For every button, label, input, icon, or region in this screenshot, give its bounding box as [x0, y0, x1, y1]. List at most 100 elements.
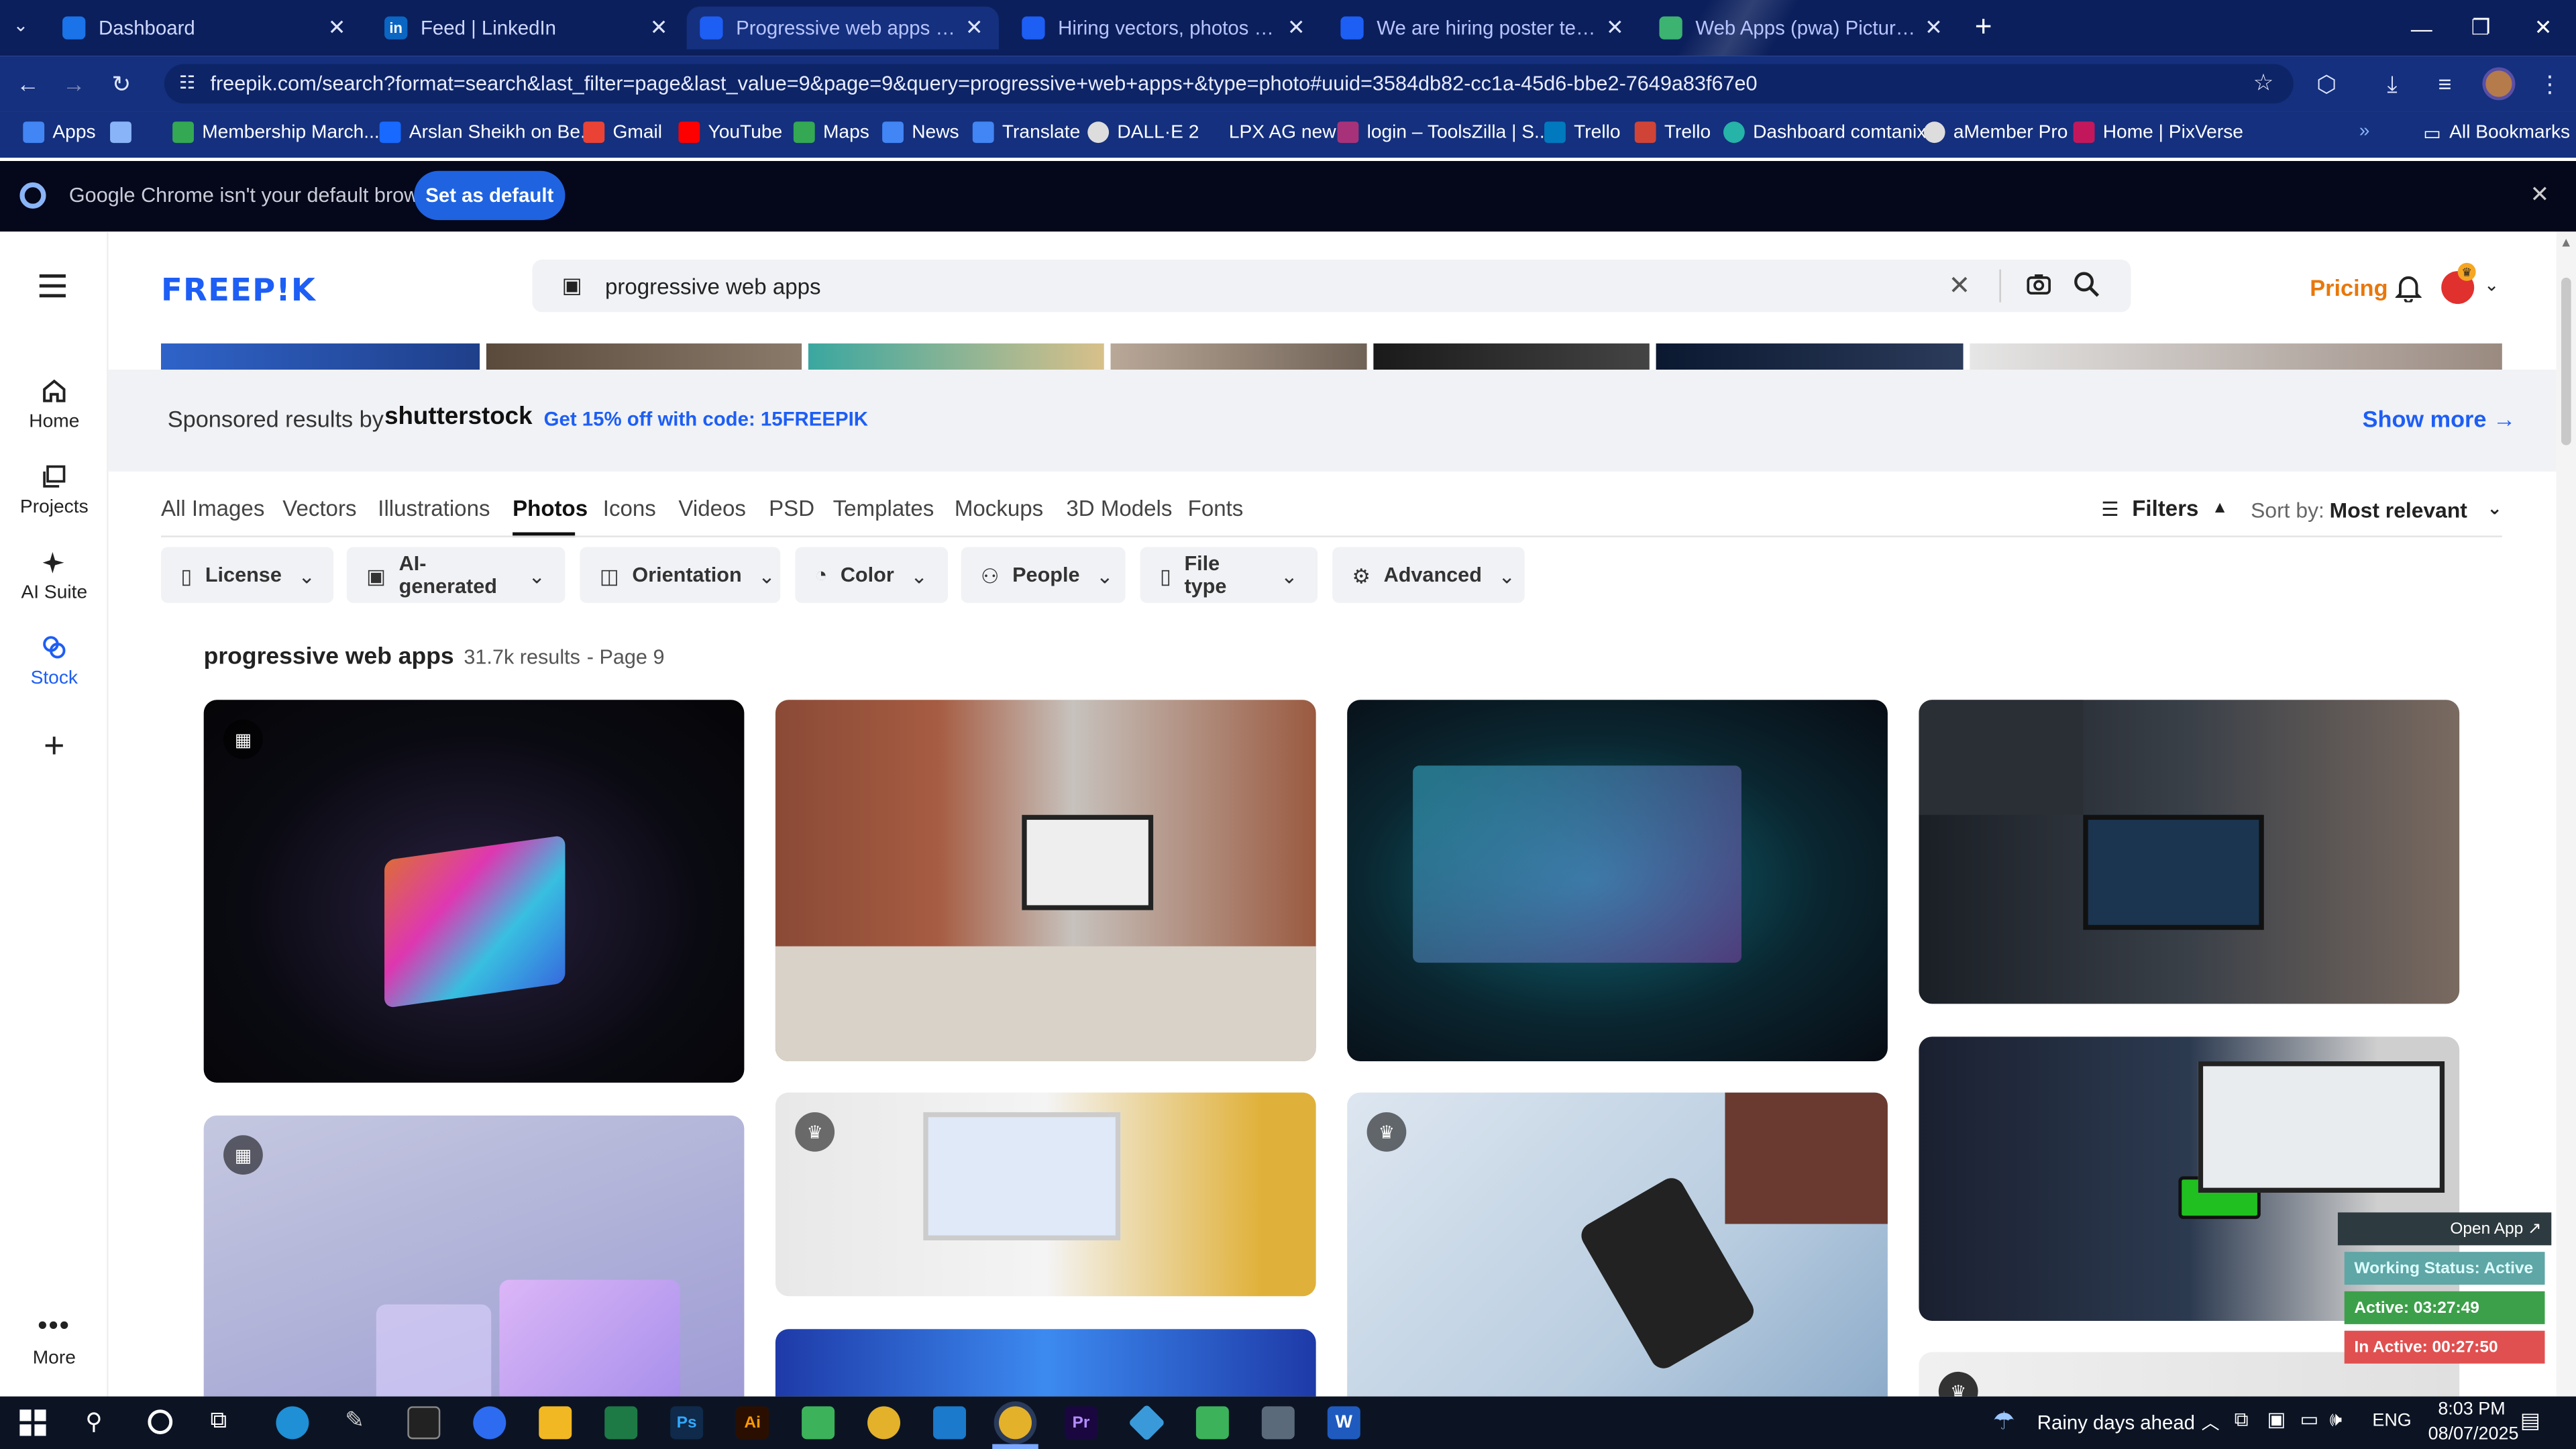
- tab-vectors[interactable]: Vectors: [282, 496, 356, 521]
- weather-text[interactable]: Rainy days ahead: [2037, 1411, 2195, 1434]
- advanced-filter[interactable]: ⚙ Advanced ⌄: [1332, 547, 1525, 603]
- bookmark-gmail[interactable]: Gmail: [583, 121, 662, 144]
- bookmark-toolszilla[interactable]: login – ToolsZilla | S...: [1337, 121, 1550, 144]
- ai-generated-filter[interactable]: ▣ AI-generated ⌄: [346, 547, 566, 603]
- tab-search-icon[interactable]: ⌄: [13, 15, 29, 36]
- terminal-icon[interactable]: [407, 1406, 441, 1440]
- close-icon[interactable]: ✕: [963, 15, 985, 41]
- edge-icon[interactable]: [276, 1406, 309, 1440]
- bookmark-grid[interactable]: [110, 121, 140, 144]
- tab-linkedin[interactable]: in Feed | LinkedIn ✕: [371, 7, 683, 50]
- camera-search-icon[interactable]: [2026, 271, 2052, 297]
- sponsored-thumb[interactable]: [161, 343, 480, 370]
- set-as-default-button[interactable]: Set as default: [414, 170, 566, 221]
- bookmark-pixverse[interactable]: Home | PixVerse: [2073, 121, 2243, 144]
- tab-web-apps[interactable]: Web Apps (pwa) Pictures, Imag ✕: [1646, 7, 1958, 50]
- image-search-type-icon[interactable]: ▣: [562, 273, 582, 299]
- sort-select[interactable]: Most relevant ⌄: [2330, 498, 2502, 523]
- close-icon[interactable]: ✕: [647, 15, 670, 41]
- result-image-laptop-wireframes[interactable]: ♛: [775, 1092, 1316, 1297]
- app-icon[interactable]: [1195, 1406, 1229, 1440]
- chrome-active-icon[interactable]: [998, 1406, 1032, 1440]
- sponsored-thumb[interactable]: [1656, 343, 1964, 370]
- file-explorer-icon[interactable]: [539, 1406, 572, 1440]
- bookmark-trello-2[interactable]: Trello: [1634, 121, 1711, 144]
- forward-icon[interactable]: →: [62, 70, 85, 97]
- notification-bell-icon[interactable]: [2395, 273, 2422, 303]
- bookmark-apps[interactable]: Apps: [23, 121, 96, 144]
- sponsored-thumb[interactable]: [1110, 343, 1367, 370]
- back-icon[interactable]: ←: [16, 70, 39, 97]
- tab-photos[interactable]: Photos: [513, 496, 588, 521]
- orientation-filter[interactable]: ◫ Orientation ⌄: [580, 547, 781, 603]
- tab-fonts[interactable]: Fonts: [1188, 496, 1244, 521]
- address-bar[interactable]: ☷ freepik.com/search?format=search&last_…: [164, 64, 2294, 104]
- tab-dashboard[interactable]: Dashboard ✕: [49, 7, 361, 50]
- close-window-icon[interactable]: ✕: [2514, 0, 2573, 56]
- windows-start-icon[interactable]: [19, 1409, 46, 1436]
- all-bookmarks[interactable]: ▭ All Bookmarks: [2423, 121, 2570, 145]
- bookmark-behance[interactable]: Arslan Sheikh on Be...: [379, 121, 596, 144]
- calculator-icon[interactable]: [1261, 1406, 1295, 1440]
- volume-icon[interactable]: 🕪: [2330, 1408, 2343, 1433]
- network-icon[interactable]: ▭: [2300, 1408, 2319, 1431]
- sponsored-thumb[interactable]: [1970, 343, 2502, 370]
- bookmark-trello-1[interactable]: Trello: [1544, 121, 1621, 144]
- result-image-wireframe-sketches[interactable]: ♛: [1347, 1092, 1888, 1397]
- tray-app-icon[interactable]: ▣: [2267, 1408, 2286, 1431]
- hamburger-menu-icon[interactable]: [39, 274, 66, 298]
- bookmark-youtube[interactable]: YouTube: [678, 121, 782, 144]
- pricing-link[interactable]: Pricing: [2310, 274, 2387, 301]
- result-image-glass-panels[interactable]: ▦: [203, 1115, 745, 1397]
- file-type-filter[interactable]: ▯ File type ⌄: [1140, 547, 1318, 603]
- word-icon[interactable]: W: [1327, 1406, 1360, 1440]
- bookmark-maps[interactable]: Maps: [793, 121, 869, 144]
- premiere-icon[interactable]: Pr: [1064, 1406, 1097, 1440]
- clock-time[interactable]: 8:03 PM: [2438, 1400, 2505, 1419]
- close-icon[interactable]: ✕: [1922, 15, 1945, 41]
- show-more-link[interactable]: Show more →: [2363, 406, 2516, 432]
- rail-ai-suite[interactable]: AI Suite: [0, 544, 109, 603]
- more-dots-icon[interactable]: •••: [0, 1313, 109, 1342]
- bookmark-dalle[interactable]: DALL·E 2: [1087, 121, 1199, 144]
- tab-videos[interactable]: Videos: [678, 496, 746, 521]
- tab-illustrations[interactable]: Illustrations: [378, 496, 490, 521]
- tab-icons[interactable]: Icons: [603, 496, 656, 521]
- menu-icon[interactable]: ⋮: [2538, 70, 2561, 99]
- tab-hiring-vectors[interactable]: Hiring vectors, photos and PSD ✕: [1009, 7, 1321, 50]
- close-icon[interactable]: ✕: [2530, 180, 2549, 209]
- page-scrollbar[interactable]: ▲: [2556, 231, 2576, 1397]
- sponsored-thumb[interactable]: [486, 343, 802, 370]
- tab-hiring-poster[interactable]: We are hiring poster template | ✕: [1328, 7, 1640, 50]
- clear-search-icon[interactable]: ✕: [1949, 270, 1971, 303]
- search-input[interactable]: ▣ progressive web apps ✕: [532, 259, 2131, 313]
- excel-icon[interactable]: [604, 1406, 638, 1440]
- language-indicator[interactable]: ENG: [2372, 1411, 2411, 1431]
- close-icon[interactable]: ✕: [1603, 15, 1626, 41]
- photoshop-icon[interactable]: Ps: [670, 1406, 704, 1440]
- download-icon[interactable]: ⤓: [2387, 70, 2397, 99]
- result-image-developer-coding[interactable]: [1919, 700, 2460, 1004]
- bookmark-star-icon[interactable]: ☆: [2253, 69, 2274, 97]
- close-icon[interactable]: ✕: [325, 15, 348, 41]
- close-icon[interactable]: ✕: [1285, 15, 1307, 41]
- bookmark-amember[interactable]: aMember Pro: [1923, 121, 2068, 144]
- add-icon[interactable]: +: [0, 724, 109, 767]
- vscode-icon[interactable]: [933, 1406, 967, 1440]
- search-icon[interactable]: ⚲: [85, 1408, 102, 1436]
- notification-center-icon[interactable]: ▤: [2520, 1408, 2540, 1434]
- task-view-icon[interactable]: ⧉: [210, 1406, 226, 1434]
- extension-icon[interactable]: ⬡: [2316, 70, 2337, 99]
- clock-date[interactable]: 08/07/2025: [2428, 1424, 2519, 1444]
- zoom-icon[interactable]: [473, 1406, 506, 1440]
- bookmark-membership[interactable]: Membership March...: [172, 121, 380, 144]
- profile-avatar[interactable]: [2482, 67, 2516, 101]
- tray-chevron-icon[interactable]: ︿: [2202, 1409, 2220, 1436]
- people-filter[interactable]: ⚇ People ⌄: [961, 547, 1126, 603]
- result-image-office-team[interactable]: [775, 700, 1316, 1062]
- chrome-icon[interactable]: [867, 1406, 901, 1440]
- sponsored-thumb[interactable]: [808, 343, 1104, 370]
- rail-projects[interactable]: Projects: [0, 458, 109, 517]
- result-image-glowing-cubes[interactable]: ▦: [203, 700, 745, 1083]
- bookmark-lpx[interactable]: LPX AG new: [1199, 121, 1336, 144]
